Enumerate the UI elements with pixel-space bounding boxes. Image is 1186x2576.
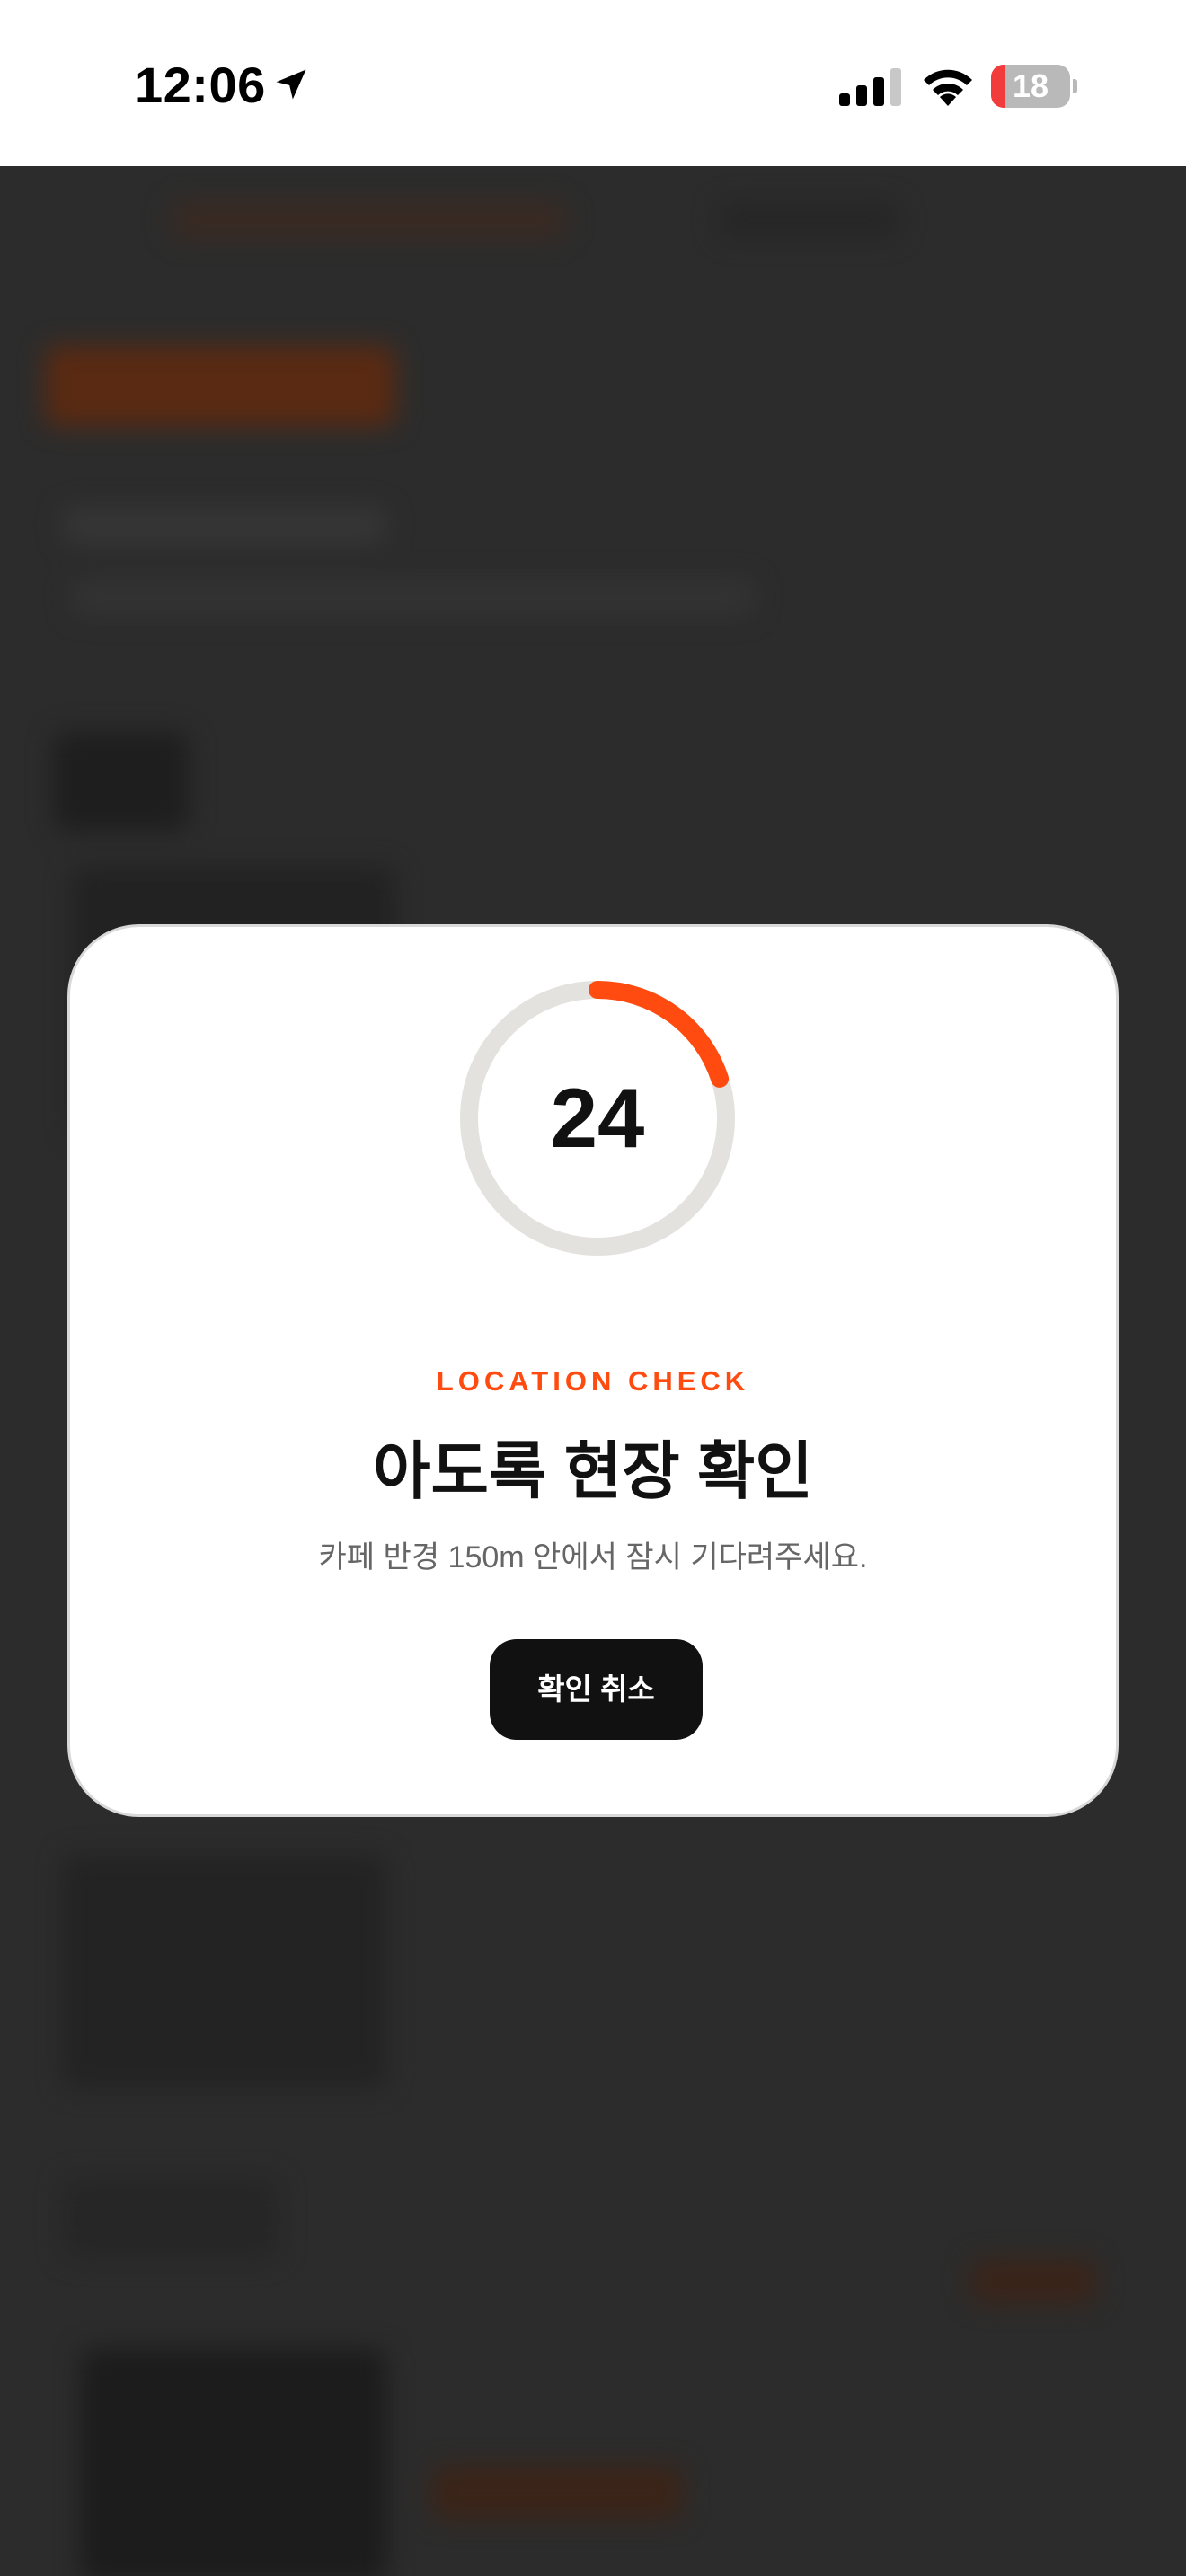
modal-title: 아도록 현장 확인 xyxy=(373,1436,813,1506)
signal-icon xyxy=(839,68,901,106)
modal-description: 카페 반경 150m 안에서 잠시 기다려주세요. xyxy=(318,1540,868,1575)
battery-icon: 18 xyxy=(991,65,1077,108)
battery-shell: 18 xyxy=(991,65,1070,108)
countdown-timer: 24 xyxy=(454,975,741,1262)
cancel-check-button[interactable]: 확인 취소 xyxy=(490,1639,703,1740)
bg-thumb xyxy=(54,732,189,831)
status-bar: 12:06 18 xyxy=(0,0,1186,166)
bg-thumb xyxy=(81,2349,386,2576)
wifi-icon xyxy=(924,69,972,106)
bg-line xyxy=(63,507,386,543)
location-check-modal: 24 LOCATION CHECK 아도록 현장 확인 카페 반경 150m 안… xyxy=(67,924,1119,1817)
bg-line xyxy=(171,202,566,238)
battery-level: 18 xyxy=(1012,67,1049,104)
status-time: 12:06 xyxy=(135,57,266,113)
bg-thumb xyxy=(63,1855,386,2088)
bg-highlight-block xyxy=(970,2259,1096,2304)
bg-line xyxy=(719,202,898,238)
battery-cap xyxy=(1073,79,1077,93)
screen: 12:06 18 24 LOCATION CHECK 아도록 현장 확인 카페 … xyxy=(0,0,1186,2576)
bg-highlight-block xyxy=(45,346,395,427)
countdown-number: 24 xyxy=(550,1071,645,1165)
bg-thumb xyxy=(63,2178,279,2259)
bg-highlight-block xyxy=(431,2466,683,2519)
modal-eyebrow: LOCATION CHECK xyxy=(436,1365,750,1397)
bg-line xyxy=(72,579,755,615)
location-arrow-icon xyxy=(276,69,306,100)
